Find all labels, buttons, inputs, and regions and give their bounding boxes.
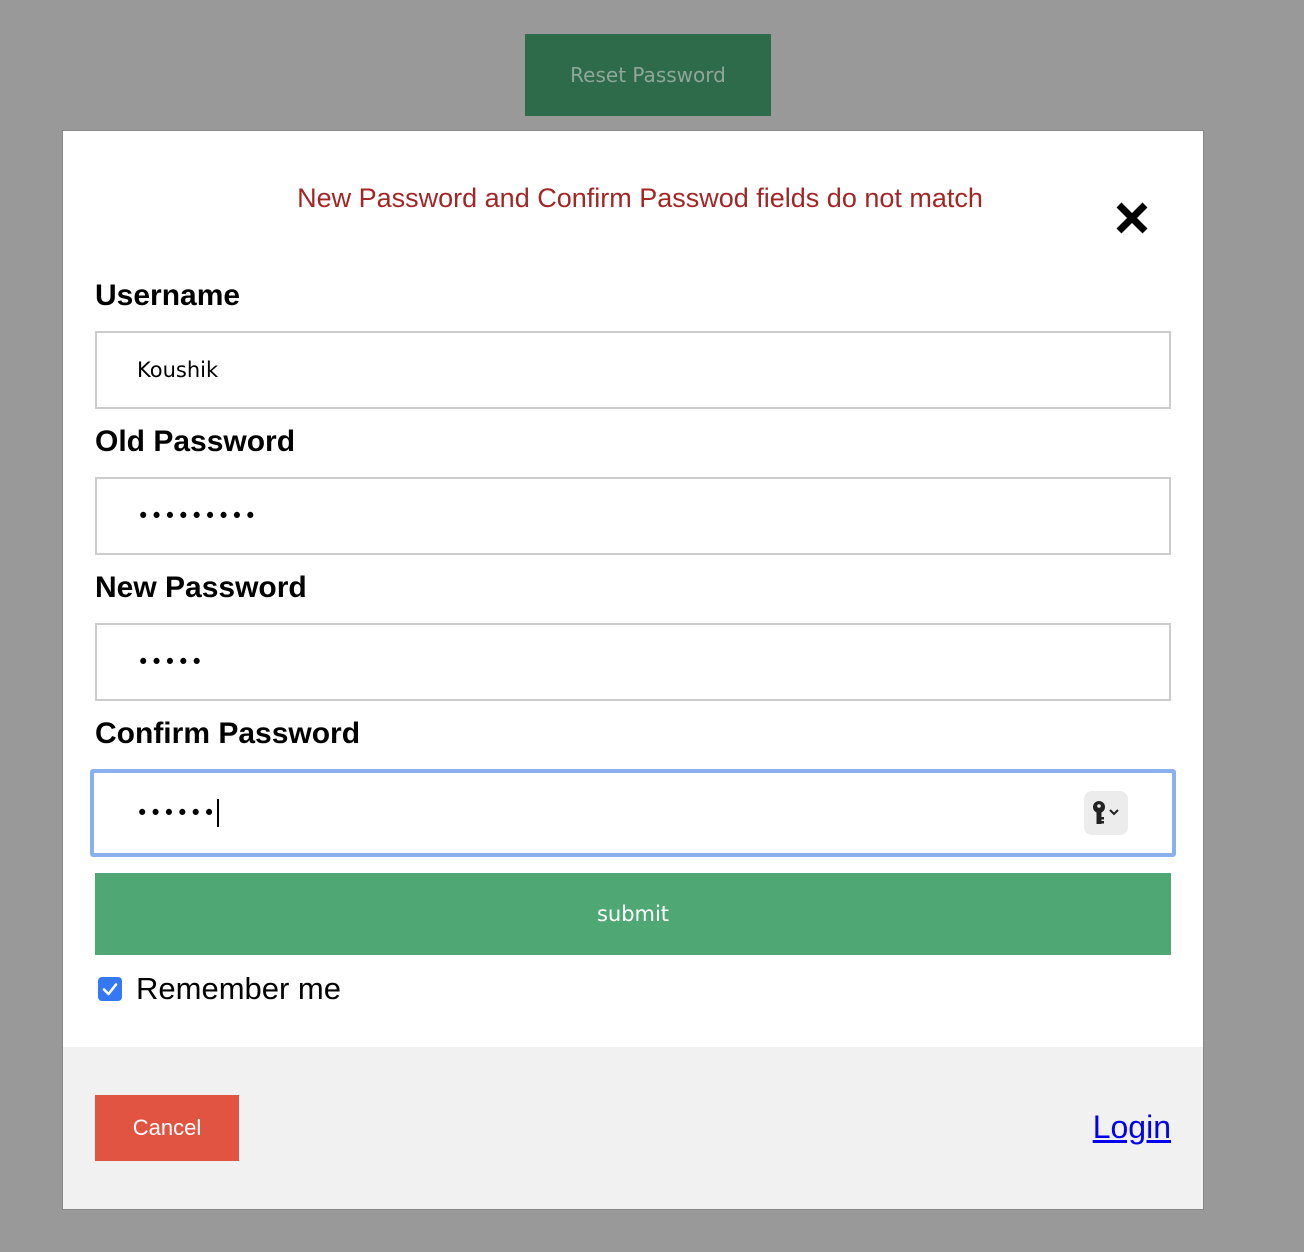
close-icon[interactable] [1113,199,1151,237]
username-label: Username [95,279,241,312]
username-input[interactable]: Koushik [95,331,1171,409]
error-message: New Password and Confirm Passwod fields … [297,183,983,213]
new-password-label: New Password [95,571,307,604]
submit-button[interactable]: submit [95,873,1171,955]
password-autofill-button[interactable] [1084,791,1128,835]
login-link[interactable]: Login [1093,1109,1171,1146]
remember-me-checkbox[interactable] [98,977,122,1001]
reset-password-button[interactable]: Reset Password [525,34,771,116]
username-value: Koushik [137,358,219,382]
checkmark-icon [102,983,118,996]
remember-me-row: Remember me [95,971,1171,1007]
confirm-password-input[interactable]: •••••• [90,769,1176,857]
confirm-password-value: •••••• [136,801,217,825]
old-password-label: Old Password [95,425,296,458]
remember-me-label: Remember me [136,971,341,1006]
cancel-button[interactable]: Cancel [95,1095,239,1161]
confirm-password-label: Confirm Password [95,717,361,750]
new-password-input[interactable]: ••••• [95,623,1171,701]
old-password-input[interactable]: ••••••••• [95,477,1171,555]
new-password-value: ••••• [137,650,204,674]
reset-password-form: Username Koushik Old Password ••••••••• … [90,277,1176,1007]
reset-password-modal: New Password and Confirm Passwod fields … [62,130,1204,1210]
modal-footer: Cancel Login [63,1047,1203,1209]
text-caret [217,799,220,827]
close-x-icon [1116,202,1148,234]
key-icon [1093,801,1119,824]
old-password-value: ••••••••• [137,504,258,528]
